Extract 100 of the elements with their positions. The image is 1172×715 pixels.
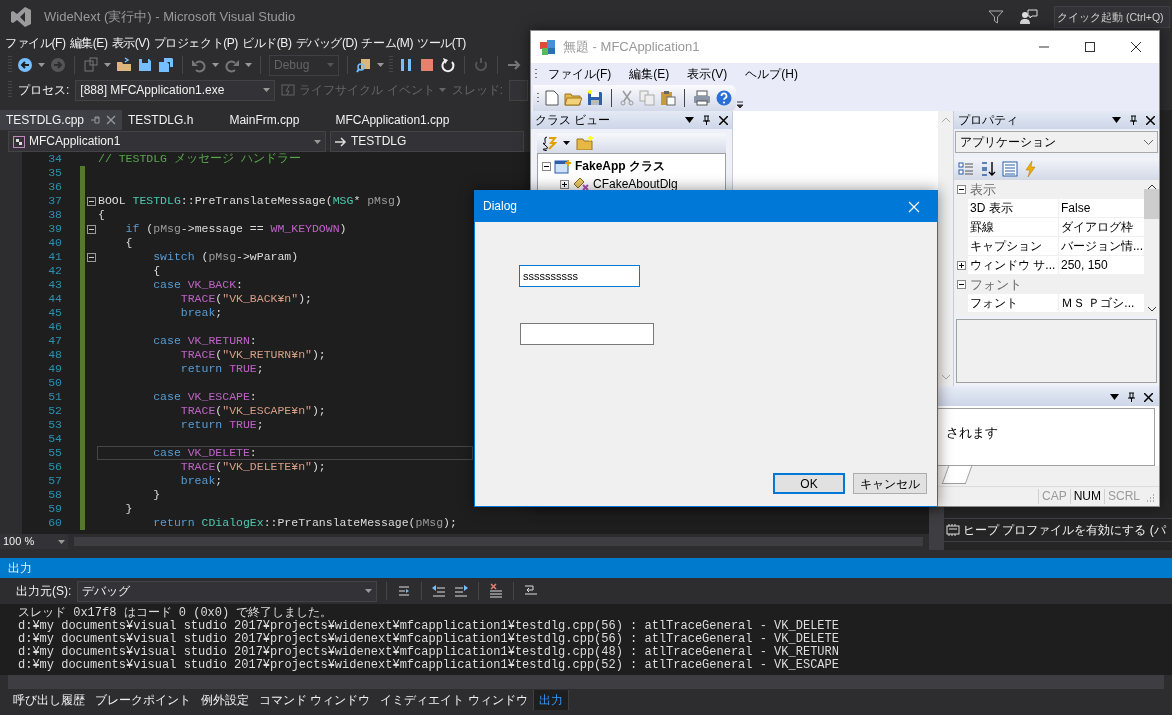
project-dropdown[interactable]: MFCApplication1 — [8, 131, 326, 152]
tree-item[interactable]: CFakeAboutDlg — [593, 176, 678, 192]
panel-tab[interactable]: コマンド ウィンドウ — [254, 689, 376, 711]
editor-tab[interactable]: TESTDLG.h — [122, 110, 224, 130]
output-source-dropdown[interactable]: デバッグ — [77, 580, 378, 602]
cut-icon[interactable] — [620, 90, 634, 106]
new-document-icon[interactable] — [545, 90, 559, 106]
dropdown-icon[interactable] — [1110, 394, 1119, 400]
collapse-icon[interactable] — [86, 252, 96, 262]
panel-tab[interactable]: 例外設定 — [196, 689, 254, 711]
menu-item[interactable]: ビルド(B) — [239, 35, 294, 51]
pin-icon[interactable] — [1127, 392, 1136, 402]
collapse-icon[interactable] — [86, 224, 96, 234]
property-value[interactable]: 250, 150 — [1059, 256, 1144, 275]
maximize-icon[interactable] — [1085, 42, 1095, 52]
menu-item[interactable]: デバッグ(D) — [293, 35, 360, 51]
collapse-icon[interactable] — [956, 185, 966, 194]
help-icon[interactable] — [716, 90, 732, 106]
panel-tab[interactable]: 呼び出し履歴 — [8, 689, 90, 711]
expand-icon[interactable] — [560, 179, 569, 189]
close-icon[interactable] — [1146, 115, 1155, 125]
save-all-icon[interactable] — [158, 57, 174, 73]
menu-item[interactable]: ヘルプ(H) — [737, 66, 806, 82]
status-indicator: CAP — [1037, 489, 1070, 504]
back-icon[interactable] — [17, 57, 33, 73]
menu-item[interactable]: ファイル(F) — [540, 66, 620, 82]
open-folder-icon[interactable] — [116, 57, 132, 73]
next-message-icon[interactable] — [453, 583, 470, 599]
horizontal-scrollbar[interactable] — [8, 675, 1164, 689]
save-icon[interactable] — [587, 90, 603, 106]
vertical-scrollbar[interactable] — [929, 507, 944, 550]
paste-icon[interactable] — [660, 90, 676, 106]
dropdown-icon[interactable] — [1112, 117, 1121, 123]
restart-icon[interactable] — [440, 57, 456, 73]
sort-icon[interactable] — [980, 161, 996, 177]
menu-item[interactable]: 表示(V) — [109, 35, 152, 51]
scrollbar-thumb[interactable] — [1144, 189, 1159, 219]
code-line: case VK_BACK: — [152, 278, 244, 292]
caret-icon[interactable] — [563, 141, 570, 145]
code-line: case VK_RETURN: — [152, 334, 258, 348]
collapse-icon[interactable] — [542, 161, 551, 171]
property-pages-icon[interactable] — [1002, 161, 1018, 177]
panel-tab[interactable]: ブレークポイント — [90, 689, 196, 711]
menu-item[interactable]: ツール(T) — [415, 35, 468, 51]
class-view-icon[interactable] — [543, 135, 557, 151]
chevron-down-icon[interactable] — [1144, 139, 1153, 145]
dialog-button[interactable]: OK — [773, 473, 845, 494]
filter-icon[interactable] — [988, 9, 1004, 25]
text-field[interactable] — [520, 323, 654, 345]
menu-item[interactable]: 編集(E) — [67, 35, 110, 51]
print-icon[interactable] — [693, 90, 711, 106]
quick-launch-field[interactable]: クイック起動 (Ctrl+Q) — [1054, 6, 1170, 28]
panel-tab[interactable]: 出力 — [532, 689, 569, 711]
previous-message-icon[interactable] — [431, 583, 448, 599]
collapse-icon[interactable] — [86, 196, 96, 206]
object-dropdown[interactable]: アプリケーション — [955, 131, 1158, 153]
pin-icon[interactable] — [702, 115, 711, 125]
open-folder-icon[interactable] — [564, 90, 582, 106]
property-value[interactable]: ＭＳ Ｐゴシ... — [1059, 294, 1144, 313]
panel-tab[interactable]: イミディエイト ウィンドウ — [375, 689, 533, 711]
menu-item[interactable]: ファイル(F) — [3, 35, 68, 51]
thread-field[interactable] — [509, 79, 528, 101]
pin-icon[interactable] — [1129, 115, 1138, 125]
save-icon[interactable] — [137, 57, 153, 73]
find-icon[interactable] — [356, 57, 372, 73]
menu-item[interactable]: 編集(E) — [621, 66, 678, 82]
code-line: } — [152, 488, 162, 502]
dropdown-icon[interactable] — [685, 117, 694, 123]
scroll-down-icon[interactable] — [1147, 307, 1156, 312]
text-field[interactable]: ssssssssss — [519, 265, 640, 287]
collapse-icon[interactable] — [956, 280, 966, 289]
menu-item[interactable]: プロジェクト(P) — [151, 35, 240, 51]
dialog-button[interactable]: キャンセル — [853, 473, 927, 494]
tree-item[interactable]: FakeApp クラス — [575, 158, 665, 174]
property-value[interactable]: False — [1059, 199, 1144, 218]
undo-icon[interactable] — [191, 57, 207, 73]
property-value[interactable]: ダイアログ枠 — [1059, 218, 1144, 237]
scope-dropdown[interactable]: TESTDLG — [330, 131, 524, 152]
pause-icon[interactable] — [398, 57, 414, 73]
menu-item[interactable]: 表示(V) — [679, 66, 736, 82]
close-icon[interactable] — [719, 115, 728, 125]
line-number: 45 — [47, 306, 62, 320]
stop-icon[interactable] — [419, 57, 435, 73]
menu-item[interactable]: チーム(M) — [359, 35, 415, 51]
close-icon[interactable] — [1131, 42, 1141, 52]
categorized-icon[interactable] — [958, 161, 974, 177]
line-number: 53 — [47, 418, 62, 432]
editor-tab[interactable]: MainFrm.cpp — [223, 110, 330, 130]
pane-tab[interactable] — [941, 466, 973, 484]
expand-icon[interactable] — [956, 261, 966, 270]
property-value[interactable]: バージョン情... — [1059, 237, 1144, 256]
editor-tab[interactable]: MFCApplication1.cpp — [329, 110, 480, 130]
process-dropdown[interactable]: [888] MFCApplication1.exe — [75, 79, 276, 101]
feedback-icon[interactable] — [1020, 9, 1038, 25]
vertical-scrollbar[interactable] — [1144, 180, 1159, 316]
new-folder-icon[interactable] — [576, 136, 594, 150]
diagnostics-item[interactable]: ヒープ プロファイルを有効にする (パ — [944, 517, 1172, 542]
close-icon[interactable] — [1144, 392, 1153, 402]
clear-all-icon[interactable] — [488, 583, 505, 599]
zoom-dropdown[interactable]: 100 % — [0, 534, 68, 549]
